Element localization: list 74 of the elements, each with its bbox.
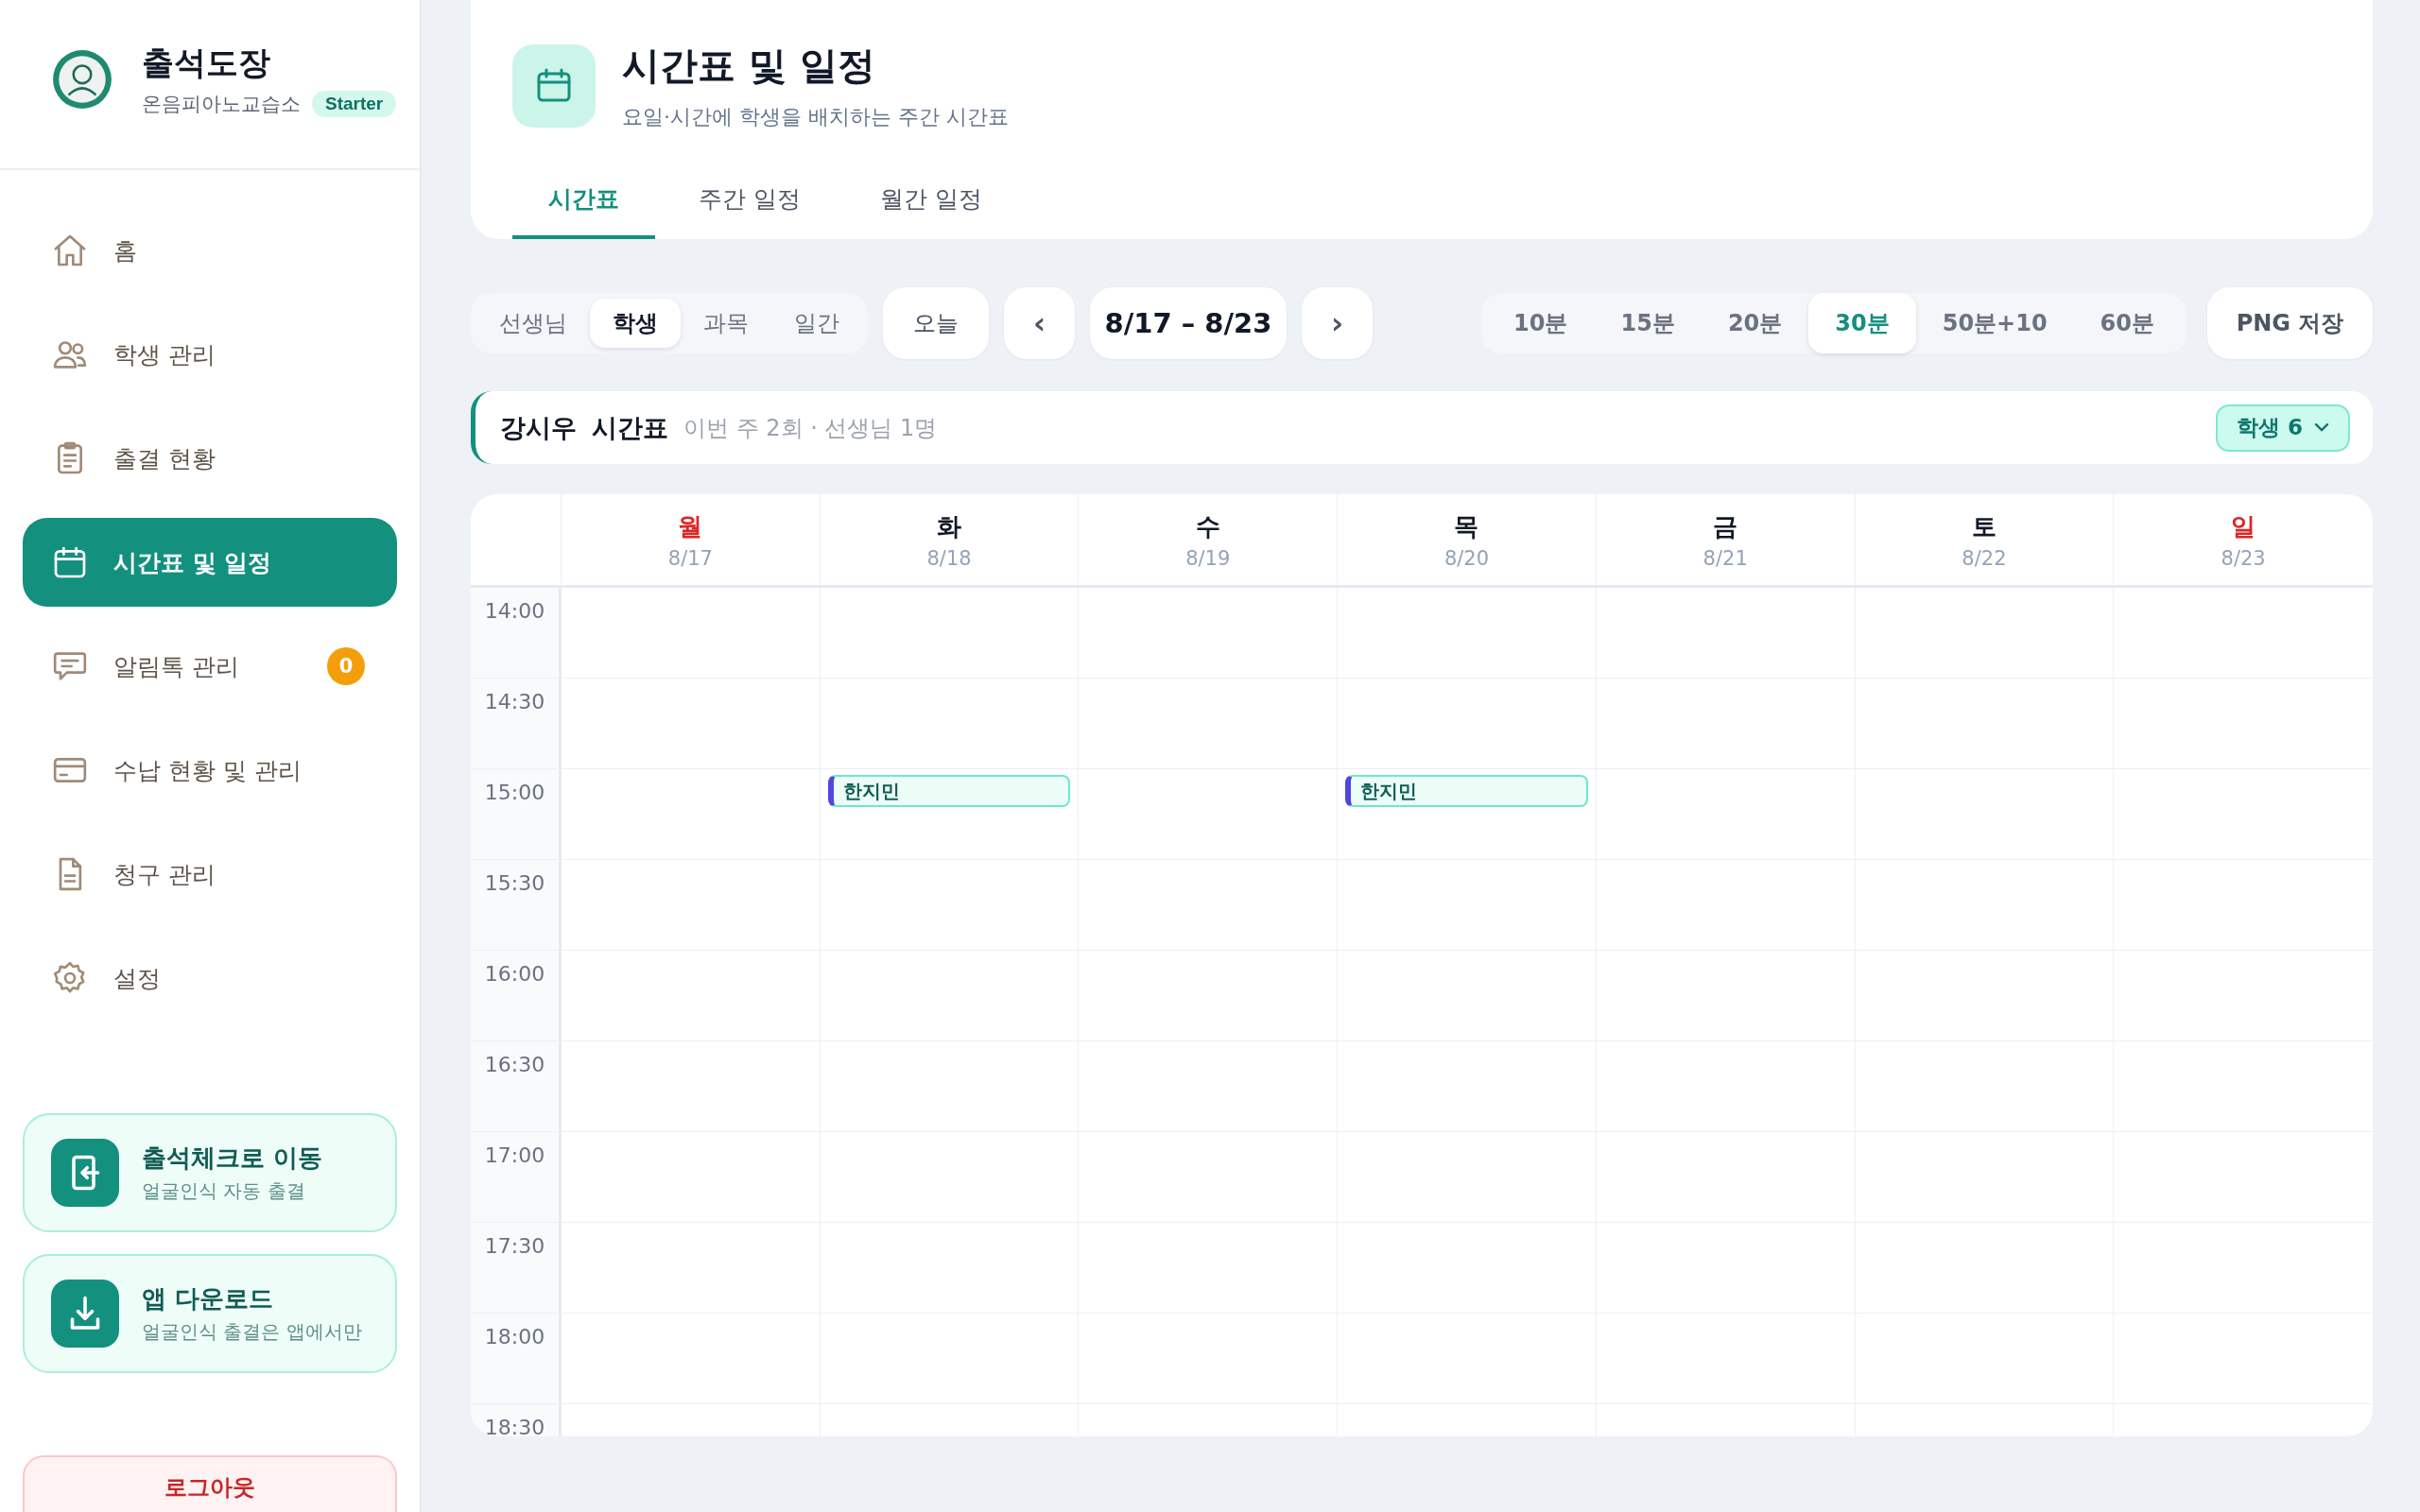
interval-option[interactable]: 15분 [1594, 293, 1702, 353]
weekday-label: 금 [1713, 510, 1738, 542]
time-label: 17:30 [484, 1234, 545, 1258]
date-label: 8/18 [926, 546, 972, 570]
tab[interactable]: 주간 일정 [663, 183, 837, 239]
weekday-label: 월 [678, 510, 703, 542]
weekday-label: 일 [2231, 510, 2256, 542]
schedule-title: 시간표 [592, 411, 668, 444]
time-label: 16:30 [484, 1053, 545, 1076]
promo-subtitle: 얼굴인식 자동 출결 [142, 1178, 306, 1204]
nav-item[interactable]: 알림톡 관리 0 [23, 622, 397, 711]
weekday-label: 목 [1454, 510, 1479, 542]
promo-title: 출석체크로 이동 [142, 1143, 323, 1174]
date-label: 8/23 [2221, 546, 2266, 570]
interval-option[interactable]: 50분+10 [1915, 293, 2074, 353]
date-label: 8/17 [667, 546, 713, 570]
lesson-block[interactable]: 한지민 [827, 775, 1071, 807]
academy-name: 온음피아노교습소 [142, 92, 301, 117]
chevron-down-icon [2314, 422, 2329, 433]
promo-card[interactable]: 출석체크로 이동 얼굴인식 자동 출결 [23, 1113, 397, 1232]
student-filter-dropdown[interactable]: 학생 6 [2216, 404, 2350, 452]
tab[interactable]: 월간 일정 [843, 183, 1018, 239]
promo-title: 앱 다운로드 [142, 1283, 275, 1314]
weekday-label: 화 [937, 510, 962, 542]
nav-item[interactable]: 학생 관리 [23, 310, 397, 399]
promo-card[interactable]: 앱 다운로드 얼굴인식 출결은 앱에서만 [23, 1254, 397, 1373]
page-subtitle: 요일·시간에 학생을 배치하는 주간 시간표 [622, 104, 1009, 130]
time-label: 14:30 [484, 690, 545, 713]
previous-button[interactable]: ‹ [1004, 287, 1075, 359]
logo-icon [51, 48, 113, 111]
download-icon [51, 1280, 119, 1348]
time-label: 15:30 [484, 871, 545, 895]
tab[interactable]: 시간표 [512, 183, 655, 239]
nav-item[interactable]: 시간표 및 일정 [23, 518, 397, 607]
interval-option[interactable]: 30분 [1808, 293, 1916, 353]
page-title: 시간표 및 일정 [622, 43, 876, 89]
today-button[interactable]: 오늘 [883, 287, 989, 359]
view-mode-option[interactable]: 과목 [681, 299, 771, 348]
time-label: 18:00 [484, 1325, 545, 1349]
brand-name: 출석도장 [142, 43, 271, 83]
logout-button[interactable]: 로그아웃 [23, 1455, 397, 1512]
interval-option[interactable]: 10분 [1487, 293, 1595, 353]
count-badge: 0 [327, 647, 365, 685]
weekday-label: 토 [1971, 510, 1996, 542]
time-label: 14:00 [484, 599, 545, 623]
nav-item[interactable]: 수납 현황 및 관리 [23, 726, 397, 815]
view-mode-option[interactable]: 선생님 [476, 299, 590, 348]
date-label: 8/21 [1703, 546, 1748, 570]
export-button[interactable]: PNG 저장 [2207, 287, 2373, 359]
student-name: 강시우 [500, 411, 577, 444]
schedule-summary: 이번 주 2회 · 선생님 1명 [683, 413, 938, 443]
time-label: 15:00 [484, 781, 545, 804]
plan-badge: Starter [312, 91, 397, 117]
nav-item[interactable]: 홈 [23, 206, 397, 295]
interval-option[interactable]: 60분 [2073, 293, 2181, 353]
nav-item[interactable]: 출결 현황 [23, 414, 397, 503]
time-label: 17:00 [484, 1143, 545, 1167]
weekday-label: 수 [1195, 510, 1220, 542]
sign-in-icon [51, 1139, 119, 1207]
interval-option[interactable]: 20분 [1701, 293, 1809, 353]
date-label: 8/19 [1185, 546, 1231, 570]
time-label: 18:30 [484, 1416, 545, 1436]
view-mode-option[interactable]: 일간 [771, 299, 862, 348]
nav-item[interactable]: 청구 관리 [23, 830, 397, 919]
date-range-button[interactable]: 8/17 – 8/23 [1090, 287, 1287, 359]
next-button[interactable]: › [1302, 287, 1373, 359]
date-label: 8/22 [1962, 546, 2007, 570]
time-label: 16:00 [484, 962, 545, 986]
lesson-block[interactable]: 한지민 [1345, 775, 1588, 807]
date-label: 8/20 [1443, 546, 1490, 570]
calendar-icon [512, 43, 596, 128]
view-mode-option[interactable]: 학생 [590, 299, 681, 348]
promo-subtitle: 얼굴인식 출결은 앱에서만 [142, 1319, 362, 1345]
nav-item[interactable]: 설정 [23, 934, 397, 1022]
